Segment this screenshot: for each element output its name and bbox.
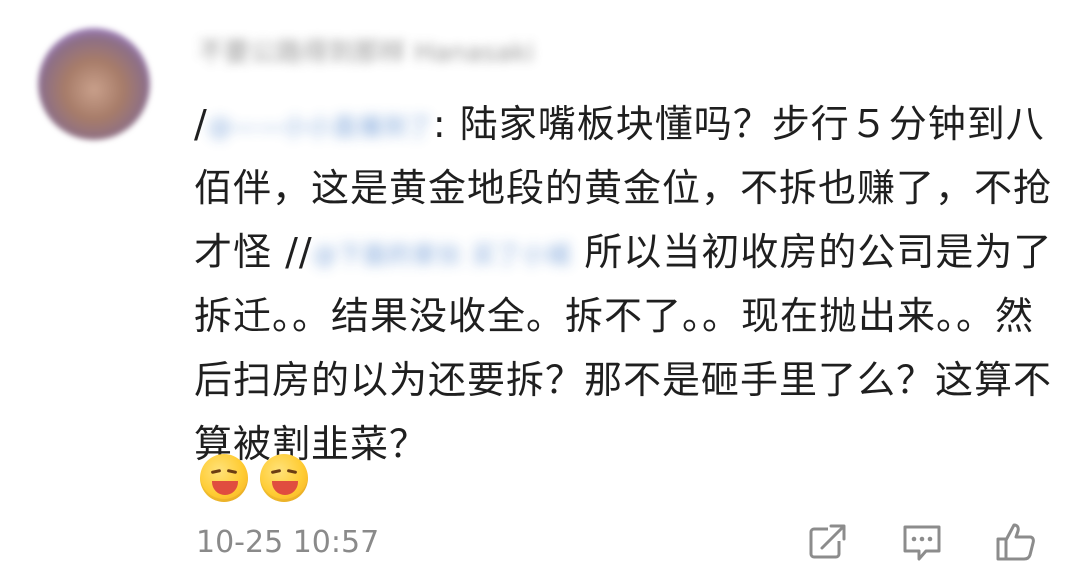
- share-icon[interactable]: [806, 520, 850, 564]
- username[interactable]: 不要公路得到那样 Hanasaki: [198, 36, 678, 70]
- comment-body: /@——小小直播到了: 陆家嘴板块懂吗？步行５分钟到八佰伴，这是黄金地段的黄金位…: [194, 92, 1054, 476]
- eating-watermelon-emoji: [260, 454, 308, 502]
- eating-watermelon-emoji: [200, 454, 248, 502]
- mention-link[interactable]: @下面的家伙 买了小城: [313, 235, 572, 275]
- reply-marker: /: [194, 102, 208, 146]
- comment-timestamp: 10-25 10:57: [196, 525, 380, 560]
- emoji-row: [200, 454, 308, 502]
- thumbs-up-icon[interactable]: [994, 520, 1038, 564]
- mention-link[interactable]: @——小小直播到了: [208, 107, 433, 147]
- comment-icon[interactable]: [900, 520, 944, 564]
- avatar[interactable]: [38, 28, 150, 140]
